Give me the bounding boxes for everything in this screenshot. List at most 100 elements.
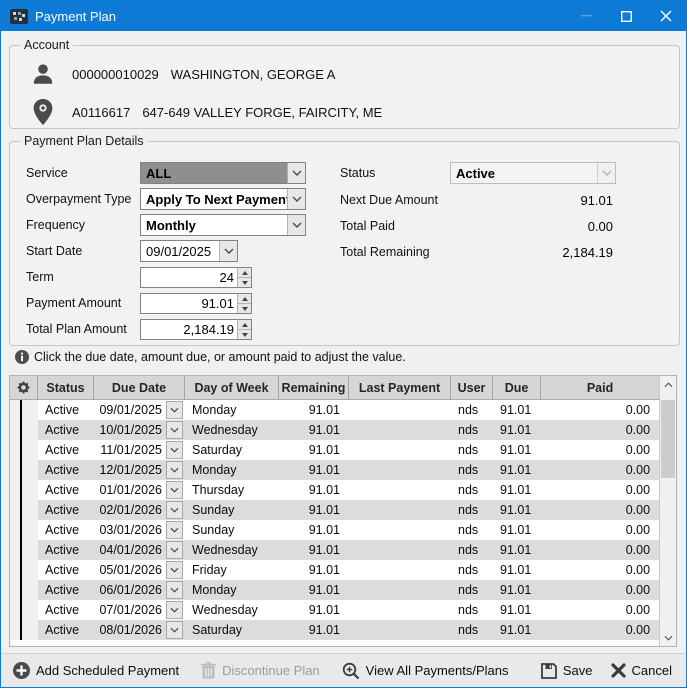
due-date-dropdown-button[interactable] xyxy=(166,581,183,599)
due-date-dropdown-button[interactable] xyxy=(166,561,183,579)
add-scheduled-payment-button[interactable]: Add Scheduled Payment xyxy=(13,662,179,679)
table-row[interactable]: Active04/01/2026Wednesday91.01nds91.010.… xyxy=(10,540,659,560)
cell-paid[interactable]: 0.00 xyxy=(541,620,659,640)
cell-paid[interactable]: 0.00 xyxy=(541,460,659,480)
chevron-down-icon[interactable] xyxy=(219,241,237,261)
cell-paid[interactable]: 0.00 xyxy=(541,480,659,500)
cell-paid[interactable]: 0.00 xyxy=(541,500,659,520)
cell-paid[interactable]: 0.00 xyxy=(541,440,659,460)
due-date-dropdown-button[interactable] xyxy=(166,621,183,639)
scrollbar-thumb[interactable] xyxy=(661,400,675,478)
save-button[interactable]: Save xyxy=(541,663,593,679)
spin-down-button[interactable] xyxy=(238,277,251,287)
cell-due-date[interactable]: 07/01/2026 xyxy=(94,600,185,620)
cell-due-date[interactable]: 06/01/2026 xyxy=(94,580,185,600)
cell-due[interactable]: 91.01 xyxy=(493,460,541,480)
spin-down-button[interactable] xyxy=(238,303,251,313)
start-date-picker[interactable]: 09/01/2025 xyxy=(140,240,238,262)
cell-paid[interactable]: 0.00 xyxy=(541,540,659,560)
maximize-button[interactable] xyxy=(606,1,646,31)
table-row[interactable]: Active09/01/2025Monday91.01nds91.010.00 xyxy=(10,400,659,420)
row-indicator xyxy=(10,520,38,540)
cell-due[interactable]: 91.01 xyxy=(493,520,541,540)
cell-due[interactable]: 91.01 xyxy=(493,540,541,560)
grid-settings-cell[interactable] xyxy=(10,376,38,399)
column-header-paid[interactable]: Paid xyxy=(541,376,659,399)
vertical-scrollbar[interactable] xyxy=(659,376,676,646)
cell-due[interactable]: 91.01 xyxy=(493,420,541,440)
frequency-dropdown[interactable]: Monthly xyxy=(140,214,306,236)
cell-due-date[interactable]: 03/01/2026 xyxy=(94,520,185,540)
table-row[interactable]: Active08/01/2026Saturday91.01nds91.010.0… xyxy=(10,620,659,640)
cell-due[interactable]: 91.01 xyxy=(493,620,541,640)
chevron-down-icon[interactable] xyxy=(287,163,305,183)
scroll-down-button[interactable] xyxy=(660,629,676,646)
cell-paid[interactable]: 0.00 xyxy=(541,560,659,580)
close-button[interactable] xyxy=(646,1,686,31)
cell-paid[interactable]: 0.00 xyxy=(541,580,659,600)
due-date-dropdown-button[interactable] xyxy=(166,401,183,419)
cell-paid[interactable]: 0.00 xyxy=(541,420,659,440)
chevron-down-icon[interactable] xyxy=(287,189,305,209)
spin-down-button[interactable] xyxy=(238,329,251,339)
due-date-dropdown-button[interactable] xyxy=(166,441,183,459)
chevron-down-icon[interactable] xyxy=(287,215,305,235)
cancel-button[interactable]: Cancel xyxy=(611,663,672,678)
due-date-dropdown-button[interactable] xyxy=(166,601,183,619)
cell-due-date[interactable]: 08/01/2026 xyxy=(94,620,185,640)
cell-paid[interactable]: 0.00 xyxy=(541,520,659,540)
cell-due[interactable]: 91.01 xyxy=(493,580,541,600)
table-row[interactable]: Active11/01/2025Saturday91.01nds91.010.0… xyxy=(10,440,659,460)
due-date-dropdown-button[interactable] xyxy=(166,461,183,479)
overpayment-type-dropdown[interactable]: Apply To Next Payment xyxy=(140,188,306,210)
payment-amount-stepper[interactable]: 91.01 xyxy=(140,293,252,314)
table-row[interactable]: Active01/01/2026Thursday91.01nds91.010.0… xyxy=(10,480,659,500)
total-plan-amount-stepper[interactable]: 2,184.19 xyxy=(140,319,252,340)
table-row[interactable]: Active06/01/2026Monday91.01nds91.010.00 xyxy=(10,580,659,600)
cell-due-date[interactable]: 10/01/2025 xyxy=(94,420,185,440)
cell-due-date[interactable]: 11/01/2025 xyxy=(94,440,185,460)
table-row[interactable]: Active10/01/2025Wednesday91.01nds91.010.… xyxy=(10,420,659,440)
scroll-up-button[interactable] xyxy=(660,376,676,393)
cell-due-date[interactable]: 05/01/2026 xyxy=(94,560,185,580)
table-row[interactable]: Active07/01/2026Wednesday91.01nds91.010.… xyxy=(10,600,659,620)
cell-remaining: 91.01 xyxy=(279,580,349,600)
table-row[interactable]: Active12/01/2025Monday91.01nds91.010.00 xyxy=(10,460,659,480)
spin-up-button[interactable] xyxy=(238,294,251,303)
cell-due-date[interactable]: 02/01/2026 xyxy=(94,500,185,520)
cell-due[interactable]: 91.01 xyxy=(493,500,541,520)
column-header-day-of-week[interactable]: Day of Week xyxy=(185,376,279,399)
service-dropdown[interactable]: ALL xyxy=(140,162,306,184)
view-all-payments-button[interactable]: View All Payments/Plans xyxy=(342,662,509,680)
cell-due-date[interactable]: 12/01/2025 xyxy=(94,460,185,480)
due-date-dropdown-button[interactable] xyxy=(166,421,183,439)
table-row[interactable]: Active05/01/2026Friday91.01nds91.010.00 xyxy=(10,560,659,580)
cell-due[interactable]: 91.01 xyxy=(493,400,541,420)
due-date-dropdown-button[interactable] xyxy=(166,481,183,499)
spin-up-button[interactable] xyxy=(238,320,251,329)
due-date-dropdown-button[interactable] xyxy=(166,501,183,519)
column-header-due[interactable]: Due xyxy=(493,376,541,399)
cell-due[interactable]: 91.01 xyxy=(493,600,541,620)
cell-last-payment xyxy=(349,460,451,480)
column-header-last-payment[interactable]: Last Payment xyxy=(349,376,451,399)
term-stepper[interactable]: 24 xyxy=(140,267,252,288)
spin-up-button[interactable] xyxy=(238,268,251,277)
cell-due[interactable]: 91.01 xyxy=(493,480,541,500)
cell-status: Active xyxy=(38,600,94,620)
cell-due-date[interactable]: 04/01/2026 xyxy=(94,540,185,560)
table-row[interactable]: Active02/01/2026Sunday91.01nds91.010.00 xyxy=(10,500,659,520)
column-header-due-date[interactable]: Due Date xyxy=(94,376,185,399)
column-header-user[interactable]: User xyxy=(451,376,493,399)
table-row[interactable]: Active03/01/2026Sunday91.01nds91.010.00 xyxy=(10,520,659,540)
cell-due[interactable]: 91.01 xyxy=(493,560,541,580)
cell-paid[interactable]: 0.00 xyxy=(541,600,659,620)
cell-due[interactable]: 91.01 xyxy=(493,440,541,460)
column-header-remaining[interactable]: Remaining xyxy=(279,376,349,399)
column-header-status[interactable]: Status xyxy=(38,376,94,399)
due-date-dropdown-button[interactable] xyxy=(166,521,183,539)
cell-due-date[interactable]: 01/01/2026 xyxy=(94,480,185,500)
due-date-dropdown-button[interactable] xyxy=(166,541,183,559)
cell-due-date[interactable]: 09/01/2025 xyxy=(94,400,185,420)
cell-paid[interactable]: 0.00 xyxy=(541,400,659,420)
